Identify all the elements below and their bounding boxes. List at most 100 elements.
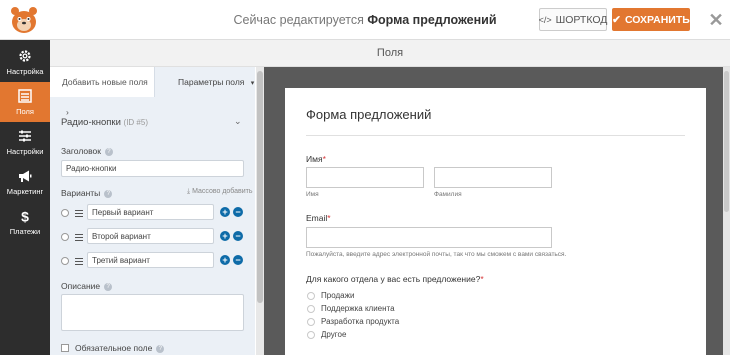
choice-default-radio[interactable] [61, 233, 69, 241]
department-field-label: Для какого отдела у вас есть предложение… [306, 274, 484, 284]
nav-marketing[interactable]: Маркетинг [0, 162, 50, 202]
gear-icon [19, 49, 31, 62]
help-icon[interactable]: ? [156, 344, 165, 353]
drag-handle-icon[interactable] [75, 210, 83, 217]
required-marker: * [480, 274, 484, 284]
form-title: Форма предложений [306, 107, 432, 122]
email-input[interactable] [306, 227, 552, 248]
add-choice-icon[interactable]: + [220, 231, 230, 241]
help-icon[interactable]: ? [104, 147, 113, 156]
svg-text:$: $ [21, 209, 29, 223]
first-name-sublabel: Имя [306, 191, 319, 198]
check-icon: ✔ [612, 13, 621, 26]
name-label-text: Имя [306, 154, 323, 164]
option-label: Поддержка клиента [321, 304, 395, 313]
department-option[interactable]: Разработка продукта [307, 317, 399, 326]
help-icon[interactable]: ? [104, 189, 113, 198]
panel-header: Поля [50, 40, 730, 67]
close-icon[interactable]: ✕ [705, 9, 727, 31]
download-icon: ⤓ [187, 188, 191, 195]
save-button[interactable]: ✔ СОХРАНИТЬ [612, 8, 690, 31]
required-marker: * [327, 213, 331, 223]
option-label: Другое [321, 330, 347, 339]
form-preview: Форма предложений Имя* Имя Фамилия Email… [285, 88, 706, 355]
option-label: Разработка продукта [321, 317, 400, 326]
nav-setup-label: Настройка [6, 66, 44, 76]
chevron-right-icon: › [66, 107, 69, 117]
megaphone-icon [19, 170, 32, 182]
code-icon: </> [538, 14, 552, 25]
nav-settings-label: Настройки [6, 146, 44, 156]
tab-field-options[interactable]: Параметры поля ▾ [155, 67, 255, 97]
radio-icon [307, 291, 315, 300]
last-name-sublabel: Фамилия [434, 191, 462, 198]
name-field-label: Имя* [306, 154, 326, 164]
choice-input[interactable]: Первый вариант [87, 204, 214, 220]
shortcode-label: ШОРТКОД [555, 13, 608, 26]
panel-tabs: Добавить новые поля › Параметры поля ▾ [50, 67, 255, 117]
help-icon[interactable]: ? [104, 282, 113, 291]
choices-caption: Варианты? [61, 188, 113, 198]
add-choice-icon[interactable]: + [220, 255, 230, 265]
remove-choice-icon[interactable]: − [233, 231, 243, 241]
department-option[interactable]: Другое [307, 330, 346, 339]
preview-scrollbar-thumb[interactable] [724, 71, 729, 212]
sliders-icon [19, 130, 31, 141]
save-label: СОХРАНИТЬ [624, 13, 690, 26]
required-caption: Обязательное поле? [75, 343, 165, 353]
nav-fields-label: Поля [16, 106, 34, 116]
panel-scrollbar[interactable] [256, 67, 264, 355]
add-choice-icon[interactable]: + [220, 207, 230, 217]
label-caption: Заголовок? [61, 146, 113, 156]
choice-default-radio[interactable] [61, 257, 69, 265]
remove-choice-icon[interactable]: − [233, 207, 243, 217]
first-name-input[interactable] [306, 167, 424, 188]
tab-add-fields[interactable]: Добавить новые поля › [50, 67, 155, 117]
department-option[interactable]: Поддержка клиента [307, 304, 395, 313]
label-input-value: Радио-кнопки [66, 164, 117, 173]
nav-marketing-label: Маркетинг [6, 186, 44, 196]
email-label-text: Email [306, 213, 328, 223]
email-description: Пожалуйста, введите адрес электронной по… [306, 251, 567, 258]
panel-scrollbar-thumb[interactable] [257, 71, 263, 303]
choice-value: Третий вариант [92, 255, 150, 265]
department-option[interactable]: Продажи [307, 291, 354, 300]
radio-icon [307, 317, 315, 326]
drag-handle-icon[interactable] [75, 258, 83, 265]
chevron-down-icon: ▾ [250, 80, 255, 87]
nav-fields[interactable]: Поля [0, 82, 50, 122]
field-type-name: Радио-кнопки [61, 117, 121, 128]
label-input[interactable]: Радио-кнопки [61, 160, 244, 177]
department-label-text: Для какого отдела у вас есть предложение… [306, 274, 481, 284]
field-id: (ID #5) [123, 118, 148, 127]
choice-input[interactable]: Второй вариант [87, 228, 214, 244]
preview-scrollbar[interactable] [723, 67, 730, 355]
radio-icon [307, 330, 315, 339]
choice-input[interactable]: Третий вариант [87, 252, 214, 268]
collapse-chevron-icon[interactable]: ⌄ [234, 116, 242, 127]
bulk-add-label: Массово добавить [192, 188, 253, 195]
fields-list-icon [18, 88, 32, 103]
editing-prefix: Сейчас редактируется [233, 13, 364, 27]
description-textarea[interactable] [61, 294, 244, 331]
remove-choice-icon[interactable]: − [233, 255, 243, 265]
radio-icon [307, 304, 315, 313]
choices-caption-text: Варианты [61, 188, 101, 198]
editing-form-name: Форма предложений [367, 13, 497, 27]
description-caption: Описание? [61, 281, 113, 291]
email-field-label: Email* [306, 213, 331, 223]
tab-field-options-label: Параметры поля [178, 77, 245, 87]
bulk-add-link[interactable]: ⤓ Массово добавить [187, 188, 253, 196]
nav-payments[interactable]: $ Платежи [0, 202, 50, 242]
nav-payments-label: Платежи [9, 226, 41, 236]
choice-default-radio[interactable] [61, 209, 69, 217]
required-checkbox[interactable] [61, 344, 69, 352]
nav-setup[interactable]: Настройка [0, 42, 50, 82]
nav-settings[interactable]: Настройки [0, 122, 50, 162]
required-caption-text: Обязательное поле [75, 343, 153, 353]
last-name-input[interactable] [434, 167, 552, 188]
shortcode-button[interactable]: </> ШОРТКОД [539, 8, 607, 31]
drag-handle-icon[interactable] [75, 234, 83, 241]
field-type-title[interactable]: Радио-кнопки (ID #5) [61, 117, 148, 128]
builder-sidebar: Настройка Поля Настройки Маркетинг $ Пла… [0, 40, 50, 355]
